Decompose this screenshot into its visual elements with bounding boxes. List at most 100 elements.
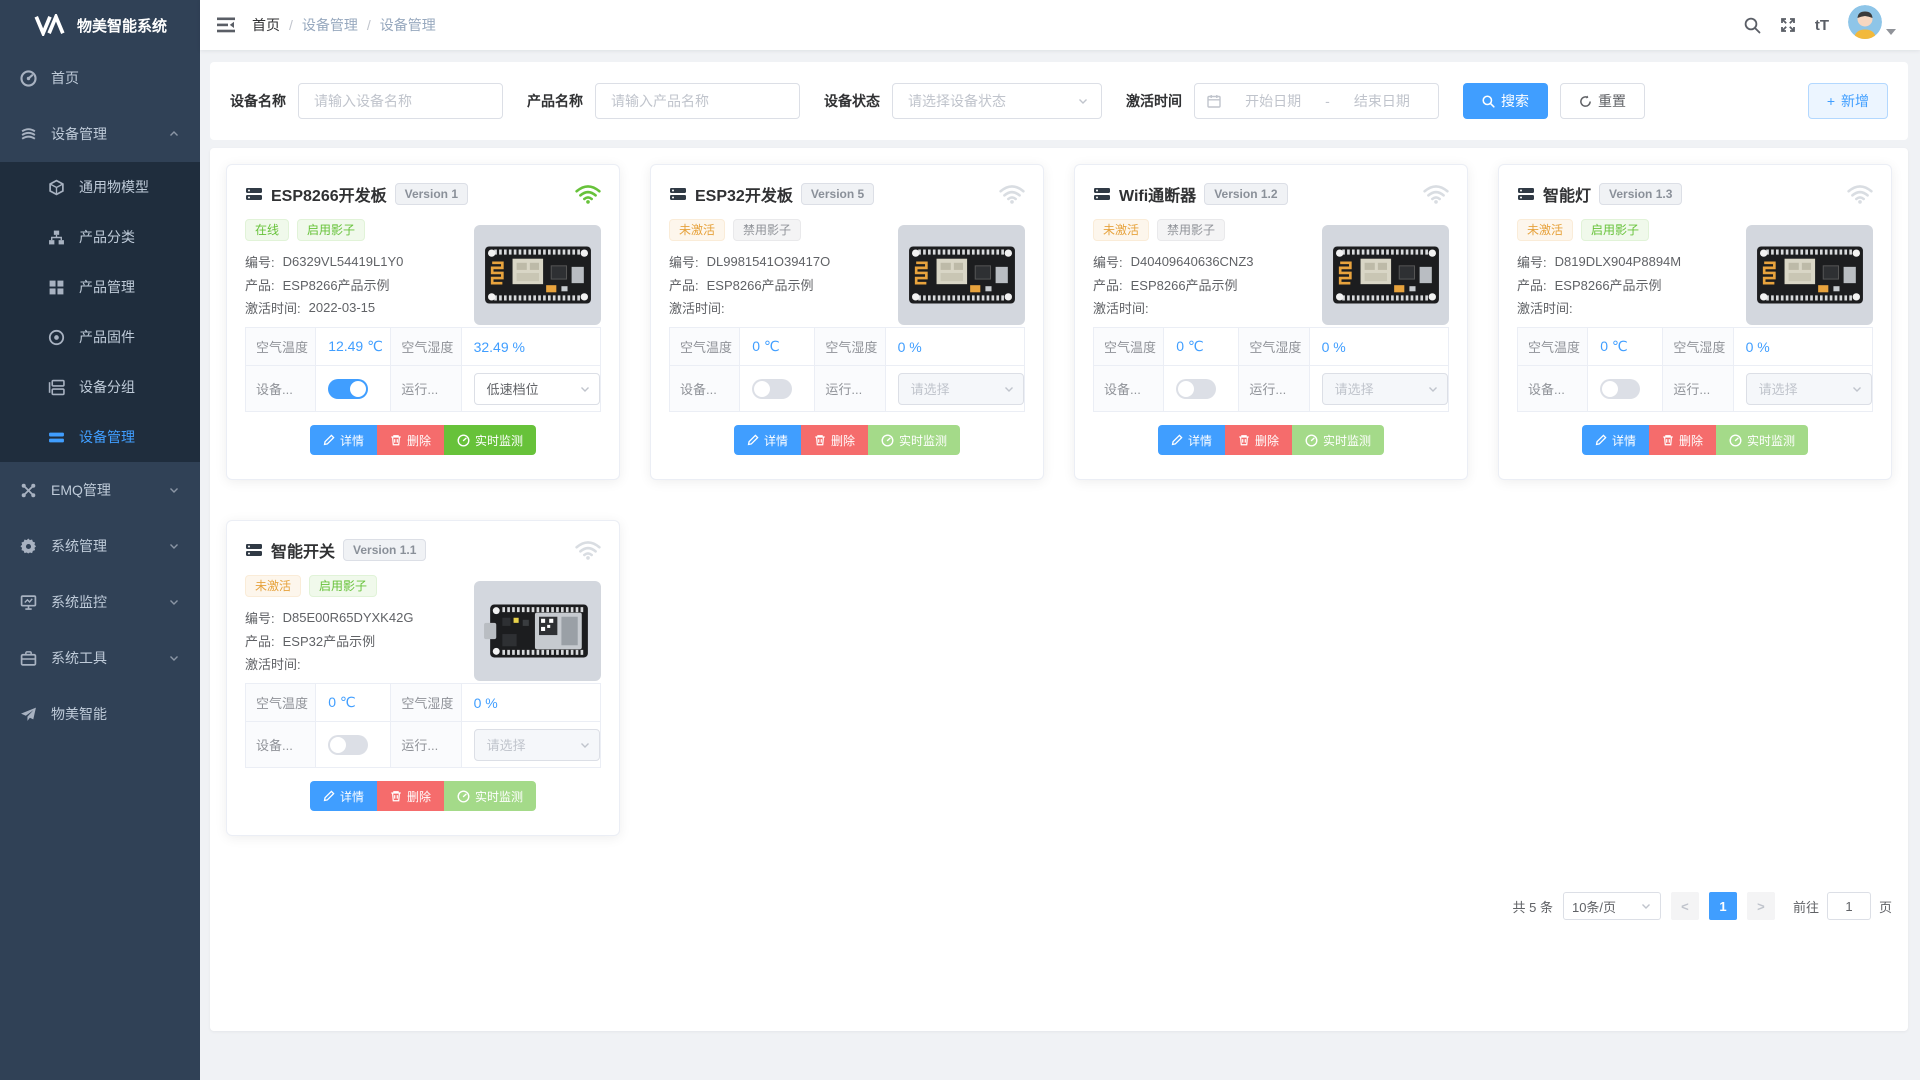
device-name: ESP8266开发板 — [271, 182, 387, 206]
detail-button[interactable]: 详情 — [310, 781, 377, 811]
sidebar-item-wumei[interactable]: 物美智能 — [0, 686, 200, 742]
delete-button[interactable]: 删除 — [1225, 425, 1292, 455]
goto-page-input[interactable] — [1827, 892, 1871, 920]
fullscreen-icon[interactable] — [1770, 0, 1806, 50]
run-mode-select[interactable]: 请选择 — [898, 373, 1024, 405]
detail-button[interactable]: 详情 — [734, 425, 801, 455]
sidebar-item-device-mgmt[interactable]: 设备管理 — [0, 106, 200, 162]
detail-button[interactable]: 详情 — [1582, 425, 1649, 455]
temperature-value: 0 ℃ — [1164, 328, 1239, 366]
sidebar-item-product-firmware[interactable]: 产品固件 — [0, 312, 200, 362]
goto-page: 前往 页 — [1793, 892, 1892, 920]
sidebar-item-home[interactable]: 首页 — [0, 50, 200, 106]
realtime-monitor-button[interactable]: 实时监测 — [1716, 425, 1808, 455]
app-root: 物美智能系统 首页 设备管理 通用物模型 — [0, 0, 1920, 1080]
run-mode-select[interactable]: 请选择 — [474, 729, 600, 761]
run-mode-select[interactable]: 低速档位 — [474, 373, 600, 405]
serial-label: 编号: — [245, 608, 275, 627]
device-info: 编号:D85E00R65DYXK42G 产品:ESP32产品示例 激活时间: — [245, 606, 470, 675]
delete-button[interactable]: 删除 — [801, 425, 868, 455]
sidebar-item-label: 设备管理 — [51, 124, 107, 144]
device-status-select[interactable]: 请选择设备状态 — [892, 83, 1102, 119]
serial-value: DL9981541O39417O — [707, 254, 831, 269]
device-switch-toggle[interactable] — [328, 379, 368, 399]
humidity-label: 空气湿度 — [1663, 328, 1733, 366]
detail-button[interactable]: 详情 — [310, 425, 377, 455]
delete-button[interactable]: 删除 — [377, 425, 444, 455]
calendar-icon — [1207, 94, 1221, 108]
product-name-input[interactable] — [595, 83, 800, 119]
sidebar-item-device-mgmt-active[interactable]: 设备管理 — [0, 412, 200, 462]
trash-icon — [1238, 434, 1250, 446]
temperature-value: 0 ℃ — [1588, 328, 1663, 366]
gauge-icon — [457, 790, 470, 803]
sidebar-item-system-monitor[interactable]: 系统监控 — [0, 574, 200, 630]
user-menu[interactable] — [1848, 5, 1896, 45]
delete-button[interactable]: 删除 — [377, 781, 444, 811]
edit-icon — [323, 434, 335, 446]
sidebar-item-label: 系统管理 — [51, 536, 107, 556]
realtime-monitor-button[interactable]: 实时监测 — [444, 781, 536, 811]
sidebar-item-device-group[interactable]: 设备分组 — [0, 362, 200, 412]
gauge-icon — [457, 434, 470, 447]
shadow-badge: 启用影子 — [309, 575, 377, 597]
realtime-monitor-button[interactable]: 实时监测 — [444, 425, 536, 455]
device-info: 编号:D40409640636CNZ3 产品:ESP8266产品示例 激活时间: — [1093, 250, 1318, 319]
sidebar-item-system-tools[interactable]: 系统工具 — [0, 630, 200, 686]
trash-icon — [390, 434, 402, 446]
delete-button[interactable]: 删除 — [1649, 425, 1716, 455]
page-size-select[interactable]: 10条/页 — [1563, 892, 1661, 920]
shadow-badge: 启用影子 — [1581, 219, 1649, 241]
gauge-icon — [1729, 434, 1742, 447]
detail-button[interactable]: 详情 — [1158, 425, 1225, 455]
sidebar-collapse-icon[interactable] — [200, 0, 252, 50]
add-button[interactable]: + 新增 — [1808, 83, 1888, 119]
search-icon[interactable] — [1735, 0, 1770, 50]
run-mode-select[interactable]: 请选择 — [1322, 373, 1448, 405]
run-mode-value: 请选择 — [1335, 379, 1374, 398]
reset-button[interactable]: 重置 — [1560, 83, 1645, 119]
temperature-label: 空气温度 — [1518, 328, 1588, 366]
sidebar-item-label: 设备分组 — [79, 377, 135, 397]
sidebar-item-emq[interactable]: EMQ管理 — [0, 462, 200, 518]
sidebar-item-thing-model[interactable]: 通用物模型 — [0, 162, 200, 212]
font-size-icon[interactable]: tT — [1806, 0, 1838, 50]
chevron-down-icon — [579, 739, 591, 751]
device-switch-toggle[interactable] — [1176, 379, 1216, 399]
run-mode-select[interactable]: 请选择 — [1746, 373, 1872, 405]
next-page-button[interactable]: > — [1747, 892, 1775, 920]
device-name-input[interactable] — [298, 83, 503, 119]
sidebar-item-system-mgmt[interactable]: 系统管理 — [0, 518, 200, 574]
breadcrumb-home[interactable]: 首页 — [252, 15, 280, 35]
run-mode-label: 运行... — [1239, 366, 1309, 412]
device-photo — [474, 225, 601, 325]
sidebar-item-label: EMQ管理 — [51, 480, 111, 500]
activated-label: 激活时间: — [1517, 298, 1573, 317]
device-photo — [1322, 225, 1449, 325]
plus-icon: + — [1827, 93, 1835, 109]
monitor-icon — [20, 594, 37, 611]
logo[interactable]: 物美智能系统 — [0, 0, 200, 50]
search-button[interactable]: 搜索 — [1463, 83, 1548, 119]
device-switch-toggle[interactable] — [752, 379, 792, 399]
device-switch-toggle[interactable] — [1600, 379, 1640, 399]
run-mode-label: 运行... — [391, 366, 461, 412]
run-mode-value: 低速档位 — [487, 379, 539, 398]
chevron-down-icon — [1003, 383, 1015, 395]
breadcrumb-current: 设备管理 — [380, 15, 436, 35]
temperature-value: 0 ℃ — [316, 684, 391, 722]
sidebar-item-product-mgmt[interactable]: 产品管理 — [0, 262, 200, 312]
device-card: Wifi通断器 Version 1.2 未激活 禁用影子 编号:D4040964… — [1074, 164, 1468, 480]
breadcrumb-device-mgmt[interactable]: 设备管理 — [302, 15, 358, 35]
realtime-monitor-button[interactable]: 实时监测 — [868, 425, 960, 455]
page-1-button[interactable]: 1 — [1709, 892, 1737, 920]
realtime-monitor-button[interactable]: 实时监测 — [1292, 425, 1384, 455]
date-range-picker[interactable]: 开始日期 - 结束日期 — [1194, 83, 1439, 119]
bars-icon — [48, 429, 65, 446]
hardware-icon — [669, 186, 687, 202]
device-switch-toggle[interactable] — [328, 735, 368, 755]
sidebar-item-product-category[interactable]: 产品分类 — [0, 212, 200, 262]
chevron-down-icon — [1077, 95, 1089, 107]
prev-page-button[interactable]: < — [1671, 892, 1699, 920]
gauge-icon — [1305, 434, 1318, 447]
